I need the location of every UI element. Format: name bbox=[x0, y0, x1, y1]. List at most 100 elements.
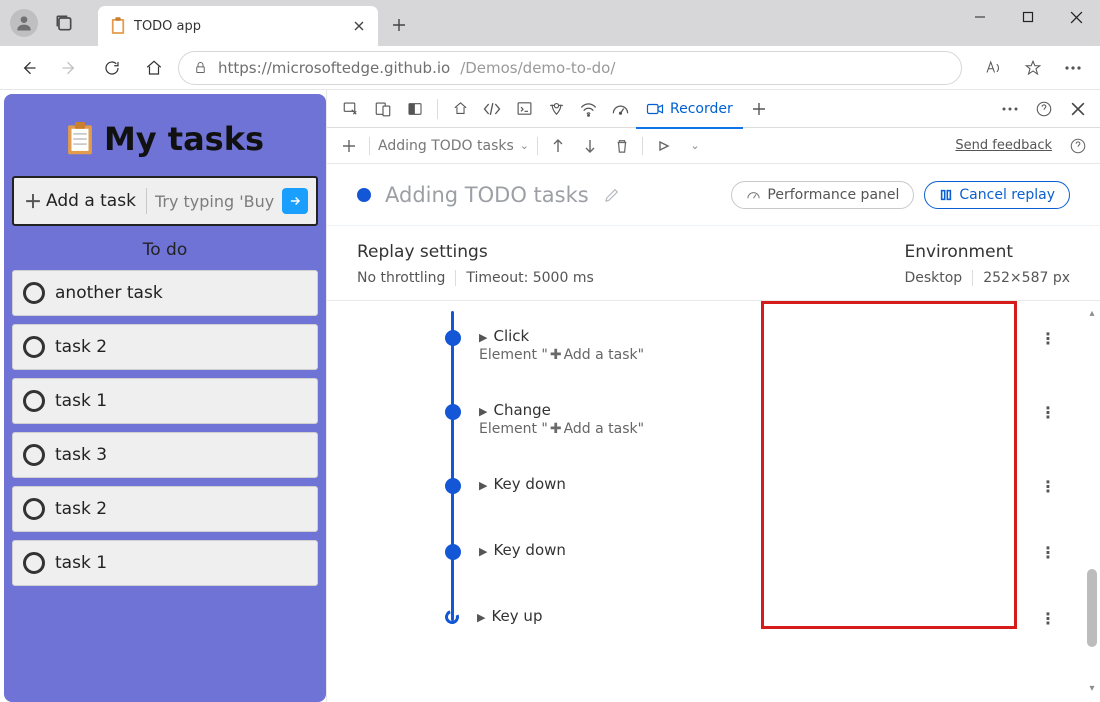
step-title: ▶Change bbox=[479, 401, 644, 419]
step-title: ▶Key down bbox=[479, 541, 566, 559]
step-menu-icon[interactable]: ⋮ bbox=[1040, 329, 1057, 348]
close-window-button[interactable] bbox=[1052, 0, 1100, 34]
inspect-icon[interactable] bbox=[335, 93, 367, 125]
env-dimensions: 252×587 px bbox=[972, 270, 1070, 286]
timeout-value[interactable]: Timeout: 5000 ms bbox=[455, 270, 593, 286]
task-checkbox[interactable] bbox=[23, 498, 45, 520]
address-bar[interactable]: https://microsoftedge.github.io/Demos/de… bbox=[178, 51, 962, 85]
performance-icon[interactable] bbox=[604, 93, 636, 125]
help-icon[interactable] bbox=[1028, 93, 1060, 125]
task-label: task 2 bbox=[55, 499, 107, 519]
network-icon[interactable] bbox=[572, 93, 604, 125]
task-checkbox[interactable] bbox=[23, 552, 45, 574]
task-item[interactable]: task 1 bbox=[12, 378, 318, 424]
close-devtools-button[interactable] bbox=[1062, 93, 1094, 125]
collections-icon[interactable] bbox=[50, 9, 78, 37]
task-checkbox[interactable] bbox=[23, 444, 45, 466]
task-checkbox[interactable] bbox=[23, 336, 45, 358]
clipboard-icon bbox=[110, 16, 126, 36]
add-task-label: Add a task bbox=[46, 191, 136, 211]
elements-icon[interactable] bbox=[476, 93, 508, 125]
maximize-button[interactable] bbox=[1004, 0, 1052, 34]
environment-heading: Environment bbox=[904, 242, 1013, 262]
section-heading: To do bbox=[12, 226, 318, 270]
replay-settings-heading: Replay settings bbox=[357, 242, 594, 262]
add-tab-button[interactable] bbox=[743, 93, 775, 125]
step-title: ▶Key up bbox=[477, 607, 542, 625]
welcome-icon[interactable] bbox=[444, 93, 476, 125]
dock-icon[interactable] bbox=[399, 93, 431, 125]
profile-avatar[interactable] bbox=[10, 9, 38, 37]
task-item[interactable]: task 2 bbox=[12, 486, 318, 532]
lock-icon bbox=[193, 60, 208, 75]
new-tab-button[interactable] bbox=[384, 10, 414, 40]
recorder-help-icon[interactable] bbox=[1066, 134, 1090, 158]
task-label: task 2 bbox=[55, 337, 107, 357]
recording-status-dot bbox=[357, 188, 371, 202]
submit-task-button[interactable] bbox=[282, 188, 308, 214]
add-recording-button[interactable] bbox=[337, 134, 361, 158]
timeline-step[interactable]: ▶Key down ⋮ bbox=[445, 475, 1100, 494]
console-icon[interactable] bbox=[508, 93, 540, 125]
more-icon[interactable] bbox=[1056, 51, 1090, 85]
add-task-input[interactable] bbox=[155, 192, 278, 211]
sources-icon[interactable] bbox=[540, 93, 572, 125]
cancel-replay-button[interactable]: Cancel replay bbox=[924, 181, 1070, 209]
app-title: My tasks bbox=[104, 120, 264, 158]
recorder-icon bbox=[646, 102, 664, 116]
task-label: task 3 bbox=[55, 445, 107, 465]
task-item[interactable]: another task bbox=[12, 270, 318, 316]
step-node-icon bbox=[445, 544, 461, 560]
performance-panel-button[interactable]: Performance panel bbox=[731, 181, 914, 209]
forward-button bbox=[52, 50, 88, 86]
home-button[interactable] bbox=[136, 50, 172, 86]
step-node-icon bbox=[445, 330, 461, 346]
refresh-button[interactable] bbox=[94, 50, 130, 86]
favorite-icon[interactable] bbox=[1016, 51, 1050, 85]
replay-speed-icon[interactable]: ⌄ bbox=[683, 134, 707, 158]
url-host: https://microsoftedge.github.io bbox=[218, 59, 450, 77]
browser-tab[interactable]: TODO app bbox=[98, 6, 378, 46]
todo-app-panel: My tasks ＋ Add a task To do another task… bbox=[4, 94, 326, 702]
step-menu-icon[interactable]: ⋮ bbox=[1040, 477, 1057, 496]
more-tools-icon[interactable] bbox=[994, 93, 1026, 125]
timeline-step[interactable]: ▶Key up ⋮ bbox=[445, 607, 1100, 625]
import-icon[interactable] bbox=[546, 134, 570, 158]
timeline-step[interactable]: ▶Change Element "✚ Add a task" ⋮ bbox=[445, 401, 1100, 437]
recording-dropdown[interactable]: Adding TODO tasks ⌄ bbox=[378, 138, 529, 154]
tab-recorder[interactable]: Recorder bbox=[636, 90, 743, 128]
task-checkbox[interactable] bbox=[23, 390, 45, 412]
scrollbar[interactable]: ▴ ▾ bbox=[1087, 309, 1097, 694]
device-emulation-icon[interactable] bbox=[367, 93, 399, 125]
export-icon[interactable] bbox=[578, 134, 602, 158]
task-label: task 1 bbox=[55, 553, 107, 573]
timeline-step[interactable]: ▶ClickElement "✚ Add a task"⋮ bbox=[445, 327, 1100, 363]
step-detail: Element "✚ Add a task" bbox=[479, 421, 644, 437]
minimize-button[interactable] bbox=[956, 0, 1004, 34]
step-menu-icon[interactable]: ⋮ bbox=[1040, 403, 1057, 422]
delete-icon[interactable] bbox=[610, 134, 634, 158]
task-item[interactable]: task 1 bbox=[12, 540, 318, 586]
step-detail: Element "✚ Add a task" bbox=[479, 347, 644, 363]
devtools-panel: Recorder Adding TODO tasks ⌄ ⌄ bbox=[326, 90, 1100, 702]
throttling-value[interactable]: No throttling bbox=[357, 270, 445, 286]
timeline-step[interactable]: ▶Key down ⋮ bbox=[445, 541, 1100, 560]
step-node-icon bbox=[445, 404, 461, 420]
task-item[interactable]: task 3 bbox=[12, 432, 318, 478]
step-menu-icon[interactable]: ⋮ bbox=[1040, 543, 1057, 562]
tab-recorder-label: Recorder bbox=[670, 101, 733, 117]
replay-icon[interactable] bbox=[651, 134, 675, 158]
edit-name-icon[interactable] bbox=[603, 186, 621, 204]
step-menu-icon[interactable]: ⋮ bbox=[1040, 609, 1057, 628]
read-aloud-icon[interactable] bbox=[976, 51, 1010, 85]
back-button[interactable] bbox=[10, 50, 46, 86]
step-node-icon bbox=[443, 608, 462, 627]
send-feedback-link[interactable]: Send feedback bbox=[955, 138, 1052, 153]
env-device: Desktop bbox=[904, 270, 962, 286]
task-label: another task bbox=[55, 283, 163, 303]
close-icon[interactable] bbox=[350, 17, 368, 35]
add-task-bar: ＋ Add a task bbox=[12, 176, 318, 226]
step-title: ▶Key down bbox=[479, 475, 566, 493]
task-item[interactable]: task 2 bbox=[12, 324, 318, 370]
task-checkbox[interactable] bbox=[23, 282, 45, 304]
